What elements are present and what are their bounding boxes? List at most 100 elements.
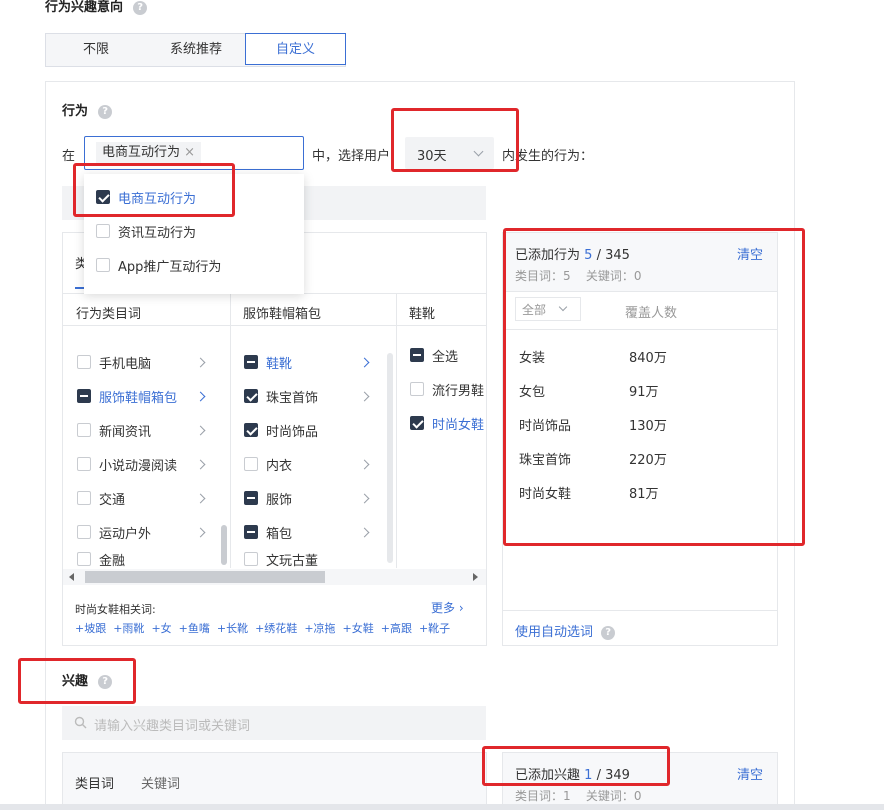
list-item[interactable]: 金融 (77, 549, 125, 569)
checkbox[interactable] (410, 382, 424, 396)
tag-close-icon[interactable]: × (184, 145, 195, 160)
checkbox[interactable] (244, 525, 258, 539)
col3-header: 鞋靴 (409, 307, 436, 322)
section-header: 行为兴趣意向 ? (45, 0, 148, 15)
checkbox[interactable] (77, 457, 91, 471)
annotation-box (18, 658, 136, 704)
horizontal-scrollbar[interactable] (63, 569, 486, 585)
list-item[interactable]: 时尚饰品 (244, 413, 318, 447)
interest-search-input[interactable]: 请输入兴趣类目词或关键词 (62, 706, 486, 740)
list-item[interactable]: 运动户外 (77, 515, 151, 549)
list-item[interactable]: 文玩古董 (244, 549, 318, 569)
item-label: 流行男鞋 (432, 383, 485, 399)
checkbox[interactable] (77, 525, 91, 539)
annotation-box (73, 163, 235, 217)
checkbox[interactable] (77, 491, 91, 505)
related-tag[interactable]: +高跟 (381, 620, 412, 636)
annotation-box (503, 228, 805, 546)
related-tag[interactable]: +女鞋 (343, 620, 374, 636)
col1-header: 行为类目词 (76, 307, 142, 322)
chevron-right-icon (195, 493, 206, 504)
col2-header: 服饰鞋帽箱包 (243, 307, 322, 322)
list-item[interactable]: 服饰鞋帽箱包 (77, 379, 177, 413)
checkbox[interactable] (410, 416, 424, 430)
scroll-right-icon[interactable] (473, 573, 478, 581)
behavior-header: 行为 ? (62, 100, 113, 119)
related-tags: +坡跟 +雨靴 +女 +鱼嘴 +长靴 +绣花鞋 +凉拖 +女鞋 +高跟 +靴子 (75, 620, 450, 636)
checkbox[interactable] (244, 552, 258, 566)
related-tag[interactable]: +长靴 (217, 620, 248, 636)
interest-search-placeholder: 请输入兴趣类目词或关键词 (94, 719, 251, 734)
list-item[interactable]: 箱包 (244, 515, 292, 549)
item-label: 文玩古董 (266, 553, 319, 569)
related-label: 时尚女鞋相关词: (75, 603, 156, 616)
checkbox[interactable] (244, 423, 258, 437)
related-tag[interactable]: +绣花鞋 (255, 620, 297, 636)
list-item[interactable]: 鞋靴 (244, 345, 292, 379)
behavior-selector: 类 行为类目词 服饰鞋帽箱包 鞋靴 手机电脑 服饰鞋帽箱包 新闻资讯 小说动漫阅… (62, 232, 487, 646)
list-item[interactable]: 小说动漫阅读 (77, 447, 177, 481)
related-tag[interactable]: +凉拖 (304, 620, 335, 636)
list-item[interactable]: 新闻资讯 (77, 413, 151, 447)
clear-button[interactable]: 清空 (737, 764, 763, 783)
counts-line: 类目词：1 关键词：0 (515, 789, 642, 803)
list-item[interactable]: 交通 (77, 481, 125, 515)
item-label: 金融 (99, 553, 126, 569)
checkbox[interactable] (96, 224, 110, 238)
list-item[interactable]: 珠宝首饰 (244, 379, 318, 413)
chevron-right-icon (195, 459, 206, 470)
item-label: 服饰鞋帽箱包 (99, 390, 178, 406)
checkbox[interactable] (244, 491, 258, 505)
list-item[interactable]: 手机电脑 (77, 345, 151, 379)
checkbox[interactable] (77, 355, 91, 369)
item-label: 交通 (99, 492, 126, 508)
checkbox[interactable] (244, 457, 258, 471)
dropdown-option[interactable]: 资讯互动行为 (96, 214, 196, 248)
segment-custom[interactable]: 自定义 (245, 33, 346, 65)
col1-scrollbar[interactable] (221, 525, 227, 565)
related-tag[interactable]: +雨靴 (113, 620, 144, 636)
dropdown-option[interactable]: App推广互动行为 (96, 248, 221, 282)
item-label: 珠宝首饰 (266, 390, 319, 406)
chevron-right-icon (359, 391, 370, 402)
item-label: 新闻资讯 (99, 424, 152, 440)
segment-system-recommend[interactable]: 系统推荐 (146, 34, 246, 66)
tab-category[interactable]: 类目词 (75, 773, 114, 792)
chevron-right-icon (195, 391, 206, 402)
col-divider (396, 293, 397, 568)
tab-keyword[interactable]: 关键词 (141, 773, 180, 792)
list-item[interactable]: 流行男鞋 (410, 372, 486, 406)
more-link[interactable]: 更多 › (431, 599, 464, 616)
list-item[interactable]: 服饰 (244, 481, 292, 515)
scroll-left-icon[interactable] (69, 573, 74, 581)
help-icon[interactable]: ? (133, 0, 148, 15)
list-item[interactable]: 时尚女鞋 (410, 406, 486, 440)
checkbox[interactable] (244, 355, 258, 369)
checkbox[interactable] (77, 552, 91, 566)
related-tag[interactable]: +鱼嘴 (179, 620, 210, 636)
checkbox[interactable] (96, 258, 110, 272)
checkbox[interactable] (77, 389, 91, 403)
checkbox[interactable] (77, 423, 91, 437)
behavior-prefix: 在 (62, 149, 76, 164)
col2-scrollbar[interactable] (387, 353, 393, 563)
divider (503, 610, 777, 611)
list-item[interactable]: 全选 (410, 338, 458, 372)
item-label: 时尚女鞋 (432, 417, 485, 433)
scroll-thumb[interactable] (85, 571, 325, 583)
auto-select-link[interactable]: 使用自动选词 (515, 625, 593, 640)
list-item[interactable]: 内衣 (244, 447, 292, 481)
related-tag[interactable]: +靴子 (419, 620, 450, 636)
related-tag[interactable]: +女 (151, 620, 171, 636)
checkbox[interactable] (410, 348, 424, 362)
divider (63, 325, 486, 326)
checkbox[interactable] (244, 389, 258, 403)
section-title: 行为兴趣意向 (45, 0, 124, 15)
help-icon[interactable]: ? (601, 625, 616, 640)
related-tag[interactable]: +坡跟 (75, 620, 106, 636)
segment-unlimited[interactable]: 不限 (46, 34, 146, 66)
behavior-middle-text: 中，选择用户 (312, 149, 391, 164)
item-label: 箱包 (266, 526, 293, 542)
behavior-title: 行为 (62, 104, 89, 119)
help-icon[interactable]: ? (98, 104, 113, 119)
